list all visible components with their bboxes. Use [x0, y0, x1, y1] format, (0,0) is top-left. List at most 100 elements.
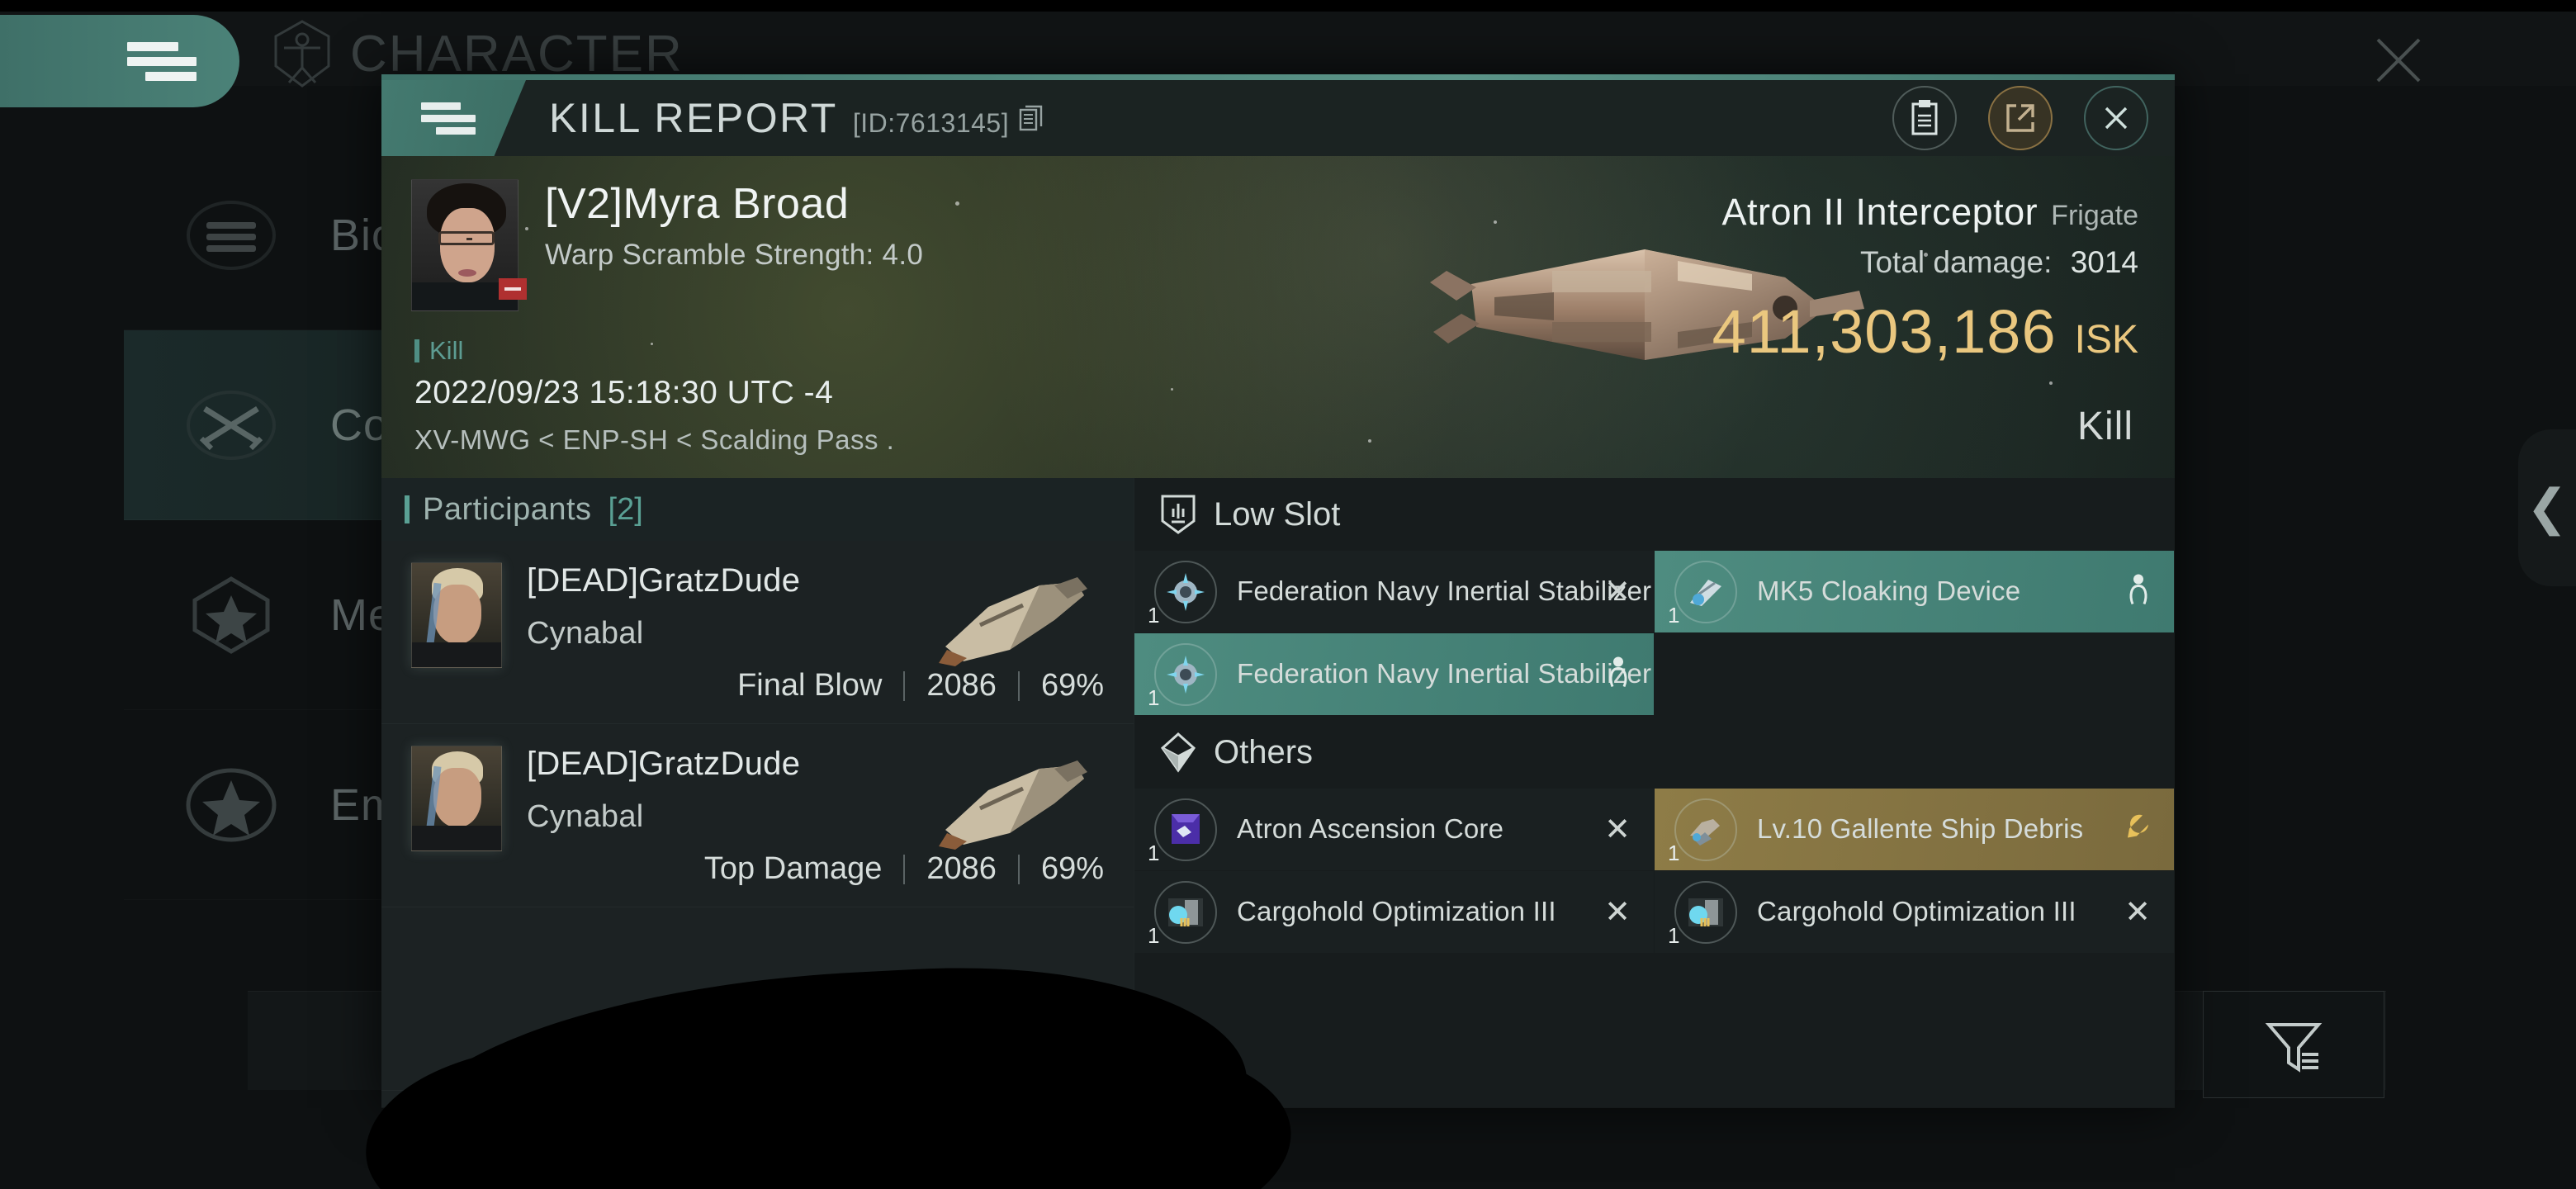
- participant-tag: Final Blow: [737, 668, 883, 703]
- hamburger-icon: [436, 126, 476, 135]
- item-qty: 1: [1668, 840, 1680, 865]
- modal-menu-button[interactable]: [381, 80, 526, 156]
- participant-ship-render: [939, 577, 1087, 666]
- participant-name: [DEAD]GratzDude: [527, 562, 801, 599]
- participant-damage: 2086: [926, 668, 997, 703]
- kill-report-id: [ID:7613145]: [852, 108, 1010, 138]
- close-icon[interactable]: [2370, 31, 2427, 89]
- vitruvian-man-icon: [274, 20, 330, 88]
- modal-title-group: KILL REPORT [ID:7613145]: [549, 94, 1044, 142]
- hamburger-icon: [145, 71, 197, 81]
- cloaking-device-icon: 1: [1668, 560, 1737, 628]
- modal-title: KILL REPORT: [549, 95, 838, 141]
- button-ring: [2084, 86, 2148, 150]
- modal-header: KILL REPORT [ID:7613145]: [381, 80, 2175, 156]
- inertial-stabilizer-icon: 1: [1148, 642, 1217, 710]
- fitting-item[interactable]: 1 MK5 Cloaking Device: [1655, 551, 2175, 633]
- item-name: Atron Ascension Core: [1237, 813, 1504, 845]
- accent-bar: [414, 339, 419, 362]
- filter-button[interactable]: [2203, 991, 2384, 1098]
- others-header: Others: [1134, 716, 2175, 789]
- star-hexagon-icon: [173, 557, 289, 673]
- participants-header: Participants [2]: [381, 478, 1134, 541]
- remove-item-button[interactable]: ✕: [2124, 897, 2151, 928]
- isk-value: 411,303,186: [1712, 297, 2057, 366]
- chevron-left-icon: ❮: [2526, 480, 2569, 535]
- modal-accent-line: [381, 74, 2175, 80]
- victim-block: [V2]Myra Broad Warp Scramble Strength: 4…: [411, 179, 923, 311]
- participant-row[interactable]: [DEAD]GratzDude Cynabal Final Blow 2086: [381, 541, 1134, 724]
- participant-ship: Cynabal: [527, 799, 644, 834]
- others-title: Others: [1214, 733, 1314, 770]
- item-qty: 1: [1668, 602, 1680, 628]
- accent-bar: [405, 495, 410, 523]
- participant-tag: Top Damage: [703, 851, 883, 886]
- remove-item-button[interactable]: ✕: [1604, 897, 1631, 928]
- remove-item-button[interactable]: ✕: [1604, 576, 1631, 608]
- funnel-icon: [2265, 1023, 2323, 1073]
- crossed-swords-icon: [173, 367, 289, 483]
- participants-title: Participants: [423, 491, 592, 527]
- hamburger-icon: [127, 41, 178, 51]
- item-qty: 1: [1668, 922, 1680, 948]
- close-button[interactable]: [2084, 86, 2148, 150]
- clipboard-button[interactable]: [1892, 86, 1957, 150]
- button-ring: [1988, 86, 2053, 150]
- kill-timestamp: 2022/09/23 15:18:30 UTC -4: [414, 375, 834, 410]
- background-menu-button[interactable]: [0, 15, 239, 107]
- warp-scramble-strength: Warp Scramble Strength: 4.0: [545, 239, 924, 271]
- participant-row[interactable]: [DEAD]GratzDude Cynabal Top Damage 2086: [381, 724, 1134, 907]
- owner-icon[interactable]: [2126, 572, 2151, 611]
- remove-item-button[interactable]: ✕: [1604, 814, 1631, 846]
- avatar: [411, 562, 502, 668]
- cube-icon: [1161, 732, 1196, 773]
- item-qty: 1: [1148, 685, 1160, 710]
- item-qty: 1: [1148, 922, 1160, 948]
- kill-report-modal: KILL REPORT [ID:7613145] [V2]Myra Broad …: [381, 74, 2175, 1108]
- ascension-core-icon: 1: [1148, 798, 1217, 865]
- fitting-item[interactable]: 1 Cargohold Optimization III ✕: [1655, 871, 2175, 954]
- ship-name: Atron II Interceptor: [1721, 191, 2039, 233]
- repair-button[interactable]: [2123, 812, 2151, 846]
- ship-summary: Atron II Interceptor Frigate Total damag…: [1712, 191, 2138, 367]
- total-damage-label: Total damage:: [1859, 245, 2053, 279]
- fitting-item-empty: [1655, 633, 2175, 716]
- low-slot-header: Low Slot: [1134, 478, 2175, 551]
- low-slot-items: 1 Federation Navy Inertial Stabilizer ✕ …: [1134, 551, 2175, 716]
- wrench-icon: [2128, 814, 2148, 837]
- star-circle-icon: [173, 747, 289, 863]
- victim-status-badge: [499, 278, 527, 300]
- fitting-item[interactable]: 1 Lv.10 Gallente Ship Debris: [1655, 789, 2175, 871]
- fitting-panel: Low Slot 1 Federation Navy Inertial Stab…: [1134, 478, 2175, 1107]
- kill-banner: [V2]Myra Broad Warp Scramble Strength: 4…: [381, 156, 2175, 478]
- ship-debris-icon: 1: [1668, 798, 1737, 865]
- item-name: Federation Navy Inertial Stabilizer: [1237, 658, 1652, 689]
- item-qty: 1: [1148, 840, 1160, 865]
- fitting-item[interactable]: 1 Atron Ascension Core ✕: [1134, 789, 1655, 871]
- copy-icon[interactable]: [1019, 104, 1044, 132]
- item-name: Cargohold Optimization III: [1757, 896, 2076, 927]
- fitting-item[interactable]: 1 Federation Navy Inertial Stabilizer ✕: [1134, 551, 1655, 633]
- item-name: Federation Navy Inertial Stabilizer: [1237, 576, 1652, 607]
- hamburger-icon: [421, 102, 461, 110]
- participant-ship: Cynabal: [527, 616, 644, 651]
- fitting-item[interactable]: 1 Federation Navy Inertial Stabilizer: [1134, 633, 1655, 716]
- collapse-panel-button[interactable]: ❮: [2518, 429, 2576, 586]
- item-name: Lv.10 Gallente Ship Debris: [1757, 813, 2084, 845]
- hamburger-icon: [421, 114, 476, 122]
- participant-stats: Final Blow 2086 69%: [737, 668, 1104, 703]
- kill-result-label: Kill: [2076, 405, 2133, 448]
- share-button[interactable]: [1988, 86, 2053, 150]
- person-icon: [2129, 574, 2147, 604]
- owner-icon[interactable]: [1606, 655, 1631, 694]
- item-qty: 1: [1148, 602, 1160, 628]
- others-items: 1 Atron Ascension Core ✕ 1 Lv.10 Gallent…: [1134, 789, 2175, 954]
- isk-unit: ISK: [2074, 318, 2138, 362]
- low-slot-title: Low Slot: [1214, 495, 1341, 533]
- fitting-item[interactable]: 1 Cargohold Optimization III ✕: [1134, 871, 1655, 954]
- participant-percent: 69%: [1040, 668, 1104, 703]
- pilot-name: [V2]Myra Broad: [545, 180, 850, 228]
- hand-silhouette-occlusion: [413, 1073, 1222, 1189]
- participant-ship-render: [939, 760, 1087, 850]
- button-ring: [1892, 86, 1957, 150]
